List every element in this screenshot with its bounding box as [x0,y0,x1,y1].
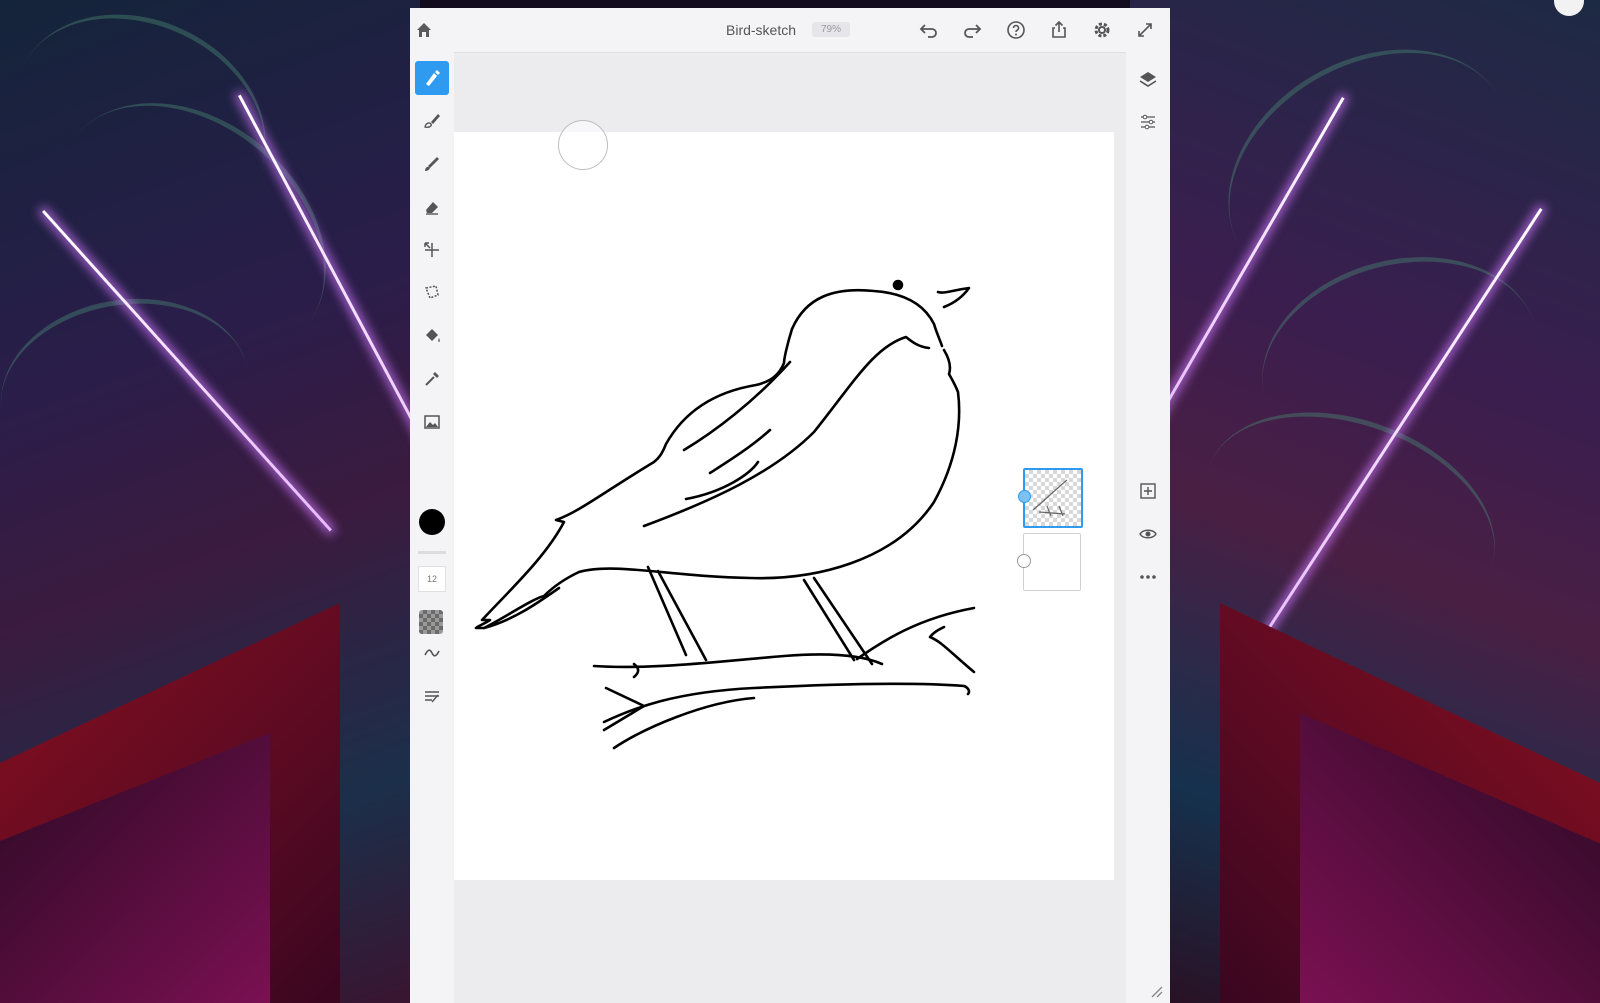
resize-grip-icon[interactable] [1150,985,1164,999]
share-icon[interactable] [1047,18,1071,42]
home-icon[interactable] [412,18,436,42]
image-layer-icon [1017,554,1031,568]
eraser-tool[interactable] [415,190,449,224]
pixel-brush-tool[interactable] [415,61,449,95]
smoothing-icon[interactable] [415,636,449,670]
brush-opacity-swatch[interactable] [419,610,443,634]
visibility-icon[interactable] [1131,517,1165,551]
eyedropper-tool[interactable] [415,362,449,396]
live-brush-tool[interactable] [415,104,449,138]
active-layer-indicator [1018,490,1031,503]
drawing-canvas[interactable] [454,120,1114,880]
zoom-level[interactable]: 79% [812,22,851,37]
bird-sketch-drawing [474,279,976,750]
layer-thumbnail-image[interactable] [1023,533,1081,591]
add-layer-icon[interactable] [1131,474,1165,508]
right-toolbar [1126,52,1170,1003]
vector-brush-tool[interactable] [415,147,449,181]
transform-tool[interactable] [415,233,449,267]
brush-cursor [558,120,608,170]
drawing-app-window: Bird-sketch 79% 12 [410,8,1170,1003]
undo-icon[interactable] [917,18,941,42]
left-toolbar: 12 [410,52,454,1003]
toolbar-divider [418,551,446,554]
layer-properties-icon[interactable] [1131,105,1165,139]
brush-color-swatch[interactable] [419,509,445,535]
brush-settings-icon[interactable] [415,679,449,713]
selection-tool[interactable] [415,276,449,310]
redo-icon[interactable] [960,18,984,42]
help-icon[interactable] [1004,18,1028,42]
document-title[interactable]: Bird-sketch [726,22,796,38]
layer-thumbnail-sketch[interactable] [1023,468,1083,528]
image-tool[interactable] [415,405,449,439]
brush-size-field[interactable]: 12 [418,566,446,592]
layers-icon[interactable] [1131,62,1165,96]
top-toolbar: Bird-sketch 79% [410,8,1170,53]
fullscreen-icon[interactable] [1133,18,1157,42]
more-icon[interactable] [1131,560,1165,594]
fill-tool[interactable] [415,319,449,353]
settings-icon[interactable] [1090,18,1114,42]
